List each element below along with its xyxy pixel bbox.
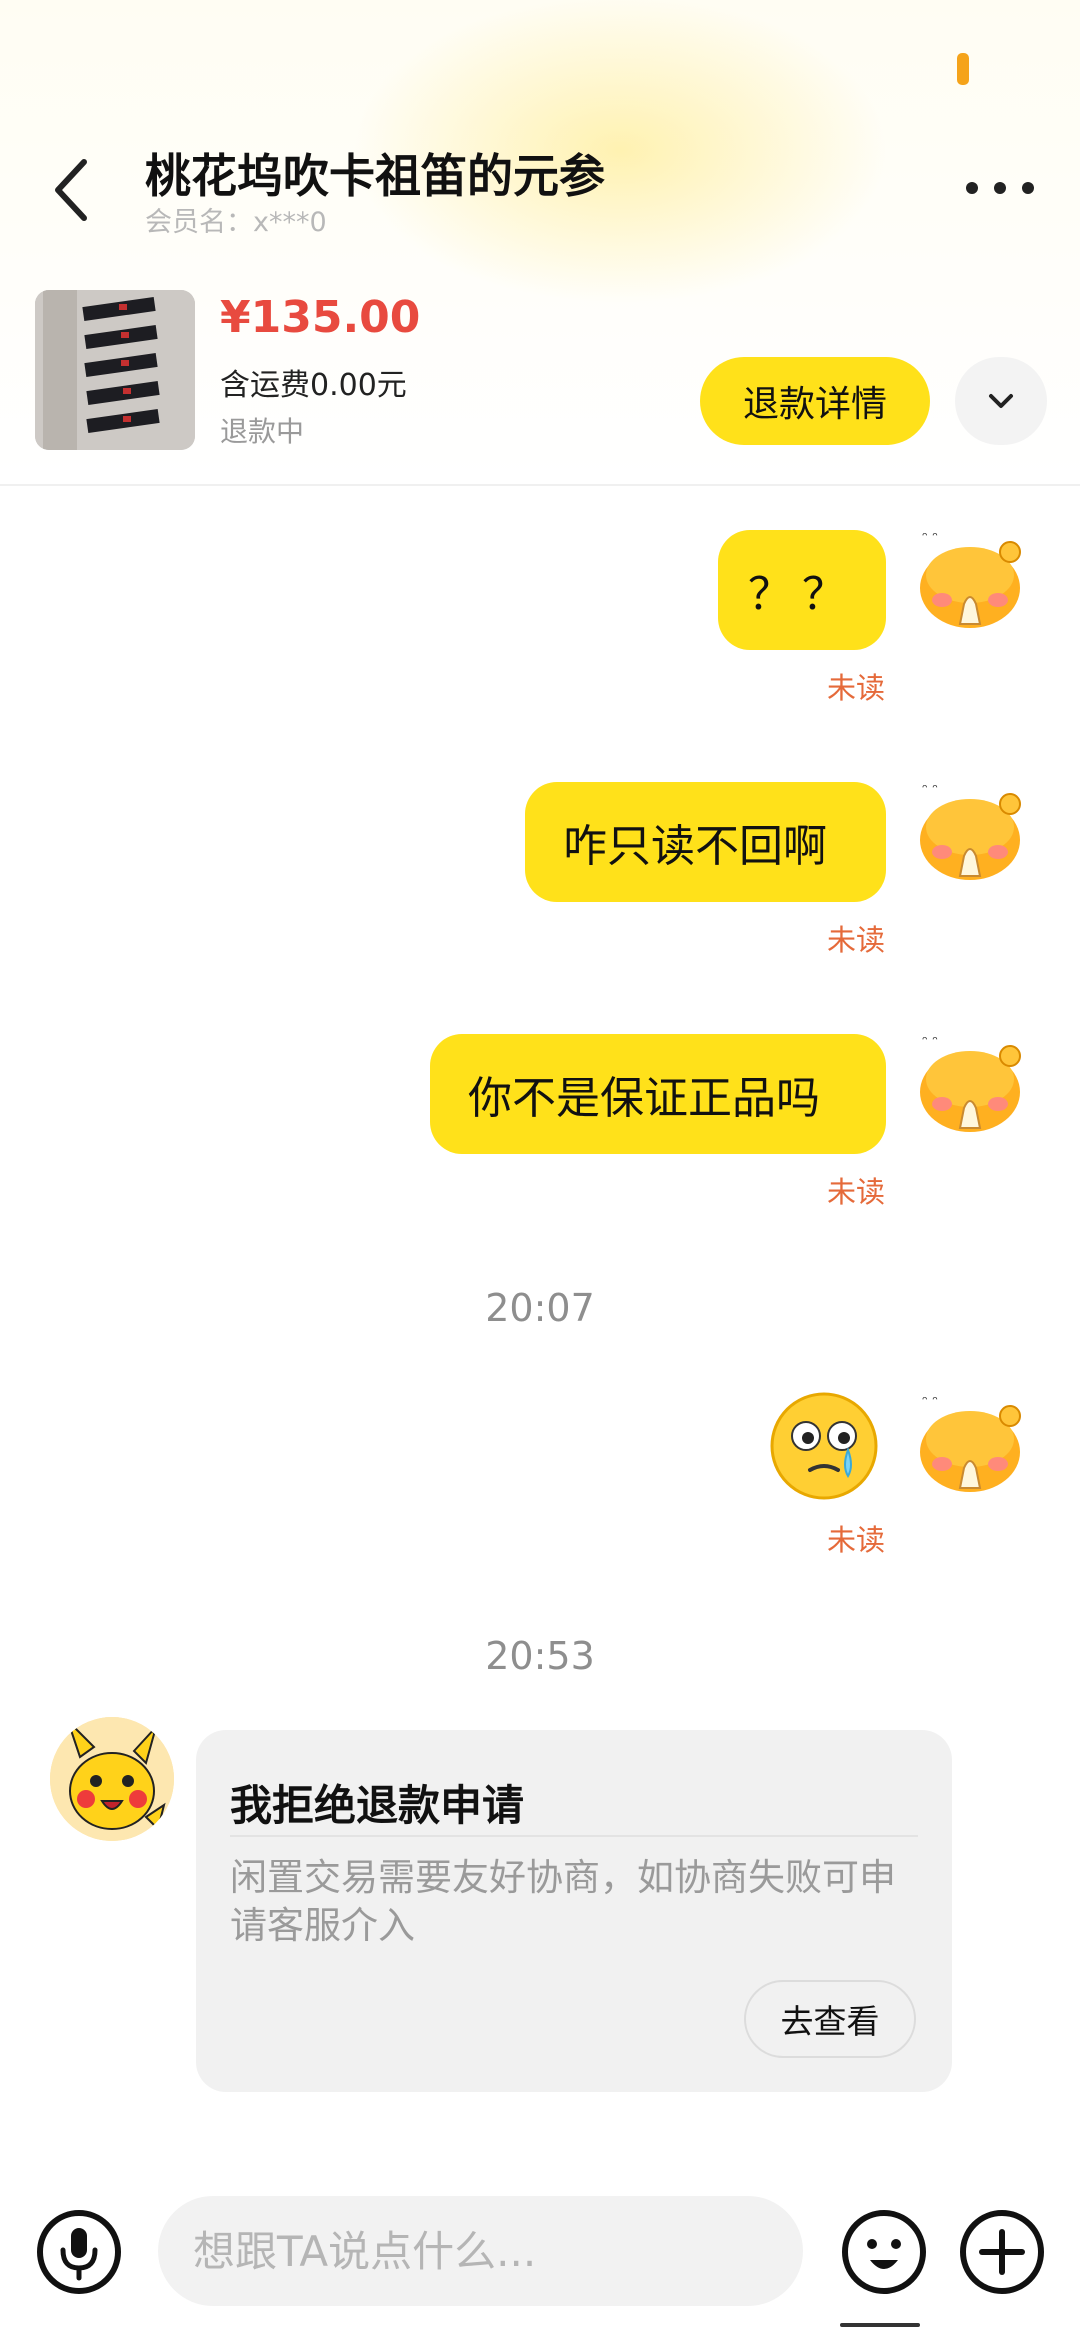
read-status: 未读 [826,923,885,957]
product-card[interactable]: ¥135.00 含运费0.00元 退款中 退款详情 [0,280,1080,485]
more-options-button[interactable] [966,170,1036,206]
more-dot [994,182,1006,194]
message-timestamp: 20:07 [485,1286,595,1330]
svg-text:ᵔ ᵔ: ᵔ ᵔ [922,530,938,546]
message-input[interactable] [158,2196,803,2306]
svg-text:ᵔ ᵔ: ᵔ ᵔ [922,782,938,798]
product-image [35,290,195,450]
member-name: 会员名：x***0 [145,207,327,238]
expand-button[interactable] [955,357,1047,445]
smiley-icon [842,2210,926,2294]
chevron-down-icon [989,394,1013,408]
refund-rejection-card[interactable]: 我拒绝退款申请 闲置交易需要友好协商，如协商失败可申请客服介入 去查看 [196,1730,952,2092]
read-status: 未读 [826,1175,885,1209]
shipping-fee: 含运费0.00元 [220,368,407,403]
sender-avatar[interactable]: ᵔ ᵔ [912,772,1030,890]
seller-avatar[interactable] [50,1717,174,1841]
chevron-left-icon [55,159,87,221]
message-timestamp: 20:53 [485,1634,595,1678]
more-dot [1022,182,1034,194]
back-button[interactable] [40,150,104,230]
voice-button[interactable] [35,2208,123,2296]
product-thumbnail[interactable] [35,290,195,450]
home-indicator [840,2323,920,2327]
crying-face-emoji[interactable] [768,1390,880,1502]
outgoing-message[interactable]: ？？ [718,530,886,650]
sender-avatar[interactable]: ᵔ ᵔ [912,1024,1030,1142]
pikachu-avatar-image [50,1717,174,1841]
view-button[interactable]: 去查看 [744,1980,916,2058]
status-indicator [957,53,969,85]
svg-text:ᵔ ᵔ: ᵔ ᵔ [922,1034,938,1050]
microphone-icon [37,2210,121,2294]
emoji-button[interactable] [840,2208,928,2296]
sender-avatar[interactable]: ᵔ ᵔ [912,520,1030,638]
read-status: 未读 [826,1523,885,1557]
card-divider [230,1835,918,1837]
input-bar [0,2180,1080,2340]
more-actions-button[interactable] [958,2208,1046,2296]
sender-avatar[interactable]: ᵔ ᵔ [912,1384,1030,1502]
outgoing-message[interactable]: 你不是保证正品吗 [430,1034,886,1154]
card-title: 我拒绝退款申请 [230,1781,525,1830]
refund-details-button[interactable]: 退款详情 [700,357,930,445]
more-horizontal-icon [966,182,978,194]
card-description: 闲置交易需要友好协商，如协商失败可申请客服介入 [230,1856,896,1947]
product-price: ¥135.00 [220,292,421,343]
chat-title: 桃花坞吹卡祖笛的元参 [145,149,605,203]
order-status: 退款中 [220,415,305,448]
header-divider [0,484,1080,486]
plus-icon [960,2210,1044,2294]
read-status: 未读 [826,671,885,705]
outgoing-message[interactable]: 咋只读不回啊 [525,782,886,902]
svg-text:ᵔ ᵔ: ᵔ ᵔ [922,1394,938,1410]
